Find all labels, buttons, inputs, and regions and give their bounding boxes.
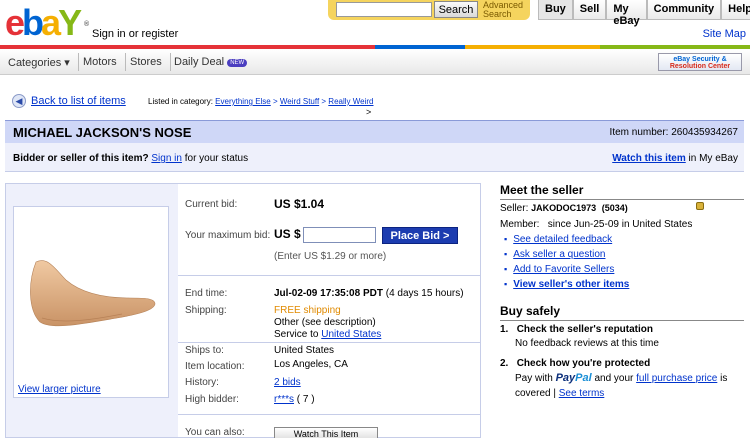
back-to-list[interactable]: ◀ Back to list of items	[12, 94, 126, 108]
buy-safely-heading: Buy safely	[500, 304, 744, 321]
item-number: Item number: 260435934267	[609, 127, 738, 138]
max-bid-input[interactable]	[303, 227, 376, 243]
breadcrumb-really-weird[interactable]: Really Weird	[328, 97, 373, 106]
watch-this-item-link[interactable]: Watch this item	[612, 153, 686, 164]
status-signin-link[interactable]: Sign in	[151, 153, 182, 164]
service-to-link[interactable]: United States	[321, 329, 381, 340]
topnav-sell[interactable]: Sell	[572, 0, 607, 20]
full-purchase-price-link[interactable]: full purchase price	[636, 373, 717, 384]
item-panel: View larger picture Current bid: US $1.0…	[5, 183, 481, 438]
current-bid-value: US $1.04	[274, 197, 325, 211]
bid-details: Current bid: US $1.04 Your maximum bid: …	[178, 184, 480, 438]
bidder-status-bar: Bidder or seller of this item? Sign in f…	[5, 143, 744, 172]
see-terms-link[interactable]: See terms	[559, 388, 605, 399]
topnav-help[interactable]: Help	[721, 0, 750, 20]
safety-item-reputation: 1. Check the seller's reputation	[500, 324, 653, 335]
min-bid-hint: (Enter US $1.29 or more)	[274, 251, 387, 262]
category-navbar: Categories ▾ Motors Stores Daily Deal NE…	[0, 49, 750, 75]
back-arrow-icon: ◀	[12, 94, 26, 108]
end-time: Jul-02-09 17:35:08 PDT (4 days 15 hours)	[274, 288, 464, 299]
paypal-protection: Pay with PayPal and your full purchase p…	[515, 372, 728, 384]
site-map-link[interactable]: Site Map	[703, 28, 746, 40]
item-title-bar: MICHAEL JACKSON'S NOSE Item number: 2604…	[5, 120, 744, 143]
nav-daily-deal[interactable]: Daily Deal NEW	[166, 53, 255, 71]
member-since: Member: since Jun-25-09 in United States	[500, 219, 693, 230]
topnav-community[interactable]: Community	[646, 0, 722, 20]
service-to: Service to United States	[274, 329, 382, 340]
search-input[interactable]	[336, 2, 432, 17]
topnav-my-ebay[interactable]: My eBay	[606, 0, 647, 27]
meet-seller-heading: Meet the seller	[500, 183, 744, 200]
advanced-search-link[interactable]: Advanced Search	[483, 1, 523, 19]
ask-seller-question-link[interactable]: Ask seller a question	[504, 249, 605, 260]
ebay-logo[interactable]: ebaY ®	[5, 3, 89, 43]
divider	[178, 342, 480, 343]
view-larger-picture-link[interactable]: View larger picture	[18, 384, 101, 395]
divider	[178, 275, 480, 276]
signin-register: Sign in or register	[92, 28, 179, 40]
place-bid-button[interactable]: Place Bid >	[382, 227, 458, 244]
new-badge: NEW	[227, 59, 248, 67]
nav-motors[interactable]: Motors	[75, 53, 126, 71]
bid-history-link[interactable]: 2 bids	[274, 377, 301, 388]
search-bar: Search Advanced Search	[328, 0, 530, 20]
ships-to: United States	[274, 345, 335, 356]
categories-menu[interactable]: Categories ▾	[0, 53, 79, 71]
see-detailed-feedback-link[interactable]: See detailed feedback	[504, 234, 612, 245]
view-other-items-link[interactable]: View seller's other items	[504, 279, 629, 290]
seller-column: Meet the seller Seller: JAKODOC1973 (503…	[500, 183, 744, 399]
free-shipping: FREE shipping	[274, 305, 341, 316]
watch-item-button[interactable]: Watch This Item	[274, 427, 378, 438]
high-bidder-link[interactable]: r***s	[274, 394, 294, 405]
item-photo[interactable]: View larger picture	[13, 206, 169, 398]
seller-badge-icon	[696, 202, 704, 210]
breadcrumb-trailing-arrow: >	[366, 107, 372, 117]
register-link[interactable]: register	[142, 28, 179, 40]
breadcrumb-everything-else[interactable]: Everything Else	[215, 97, 271, 106]
security-resolution-center-button[interactable]: eBay Security & Resolution Center	[658, 53, 742, 71]
safety-item-protection: 2. Check how you're protected	[500, 358, 651, 369]
top-nav: Buy Sell My eBay Community Help	[538, 0, 750, 27]
topnav-buy[interactable]: Buy	[538, 0, 573, 20]
signin-link[interactable]: Sign in	[92, 28, 126, 40]
shipping-other: Other (see description)	[274, 317, 376, 328]
paypal-logo: PayPal	[555, 372, 592, 384]
high-bidder: r***s ( 7 )	[274, 394, 315, 405]
nose-image	[30, 260, 156, 327]
item-title: MICHAEL JACKSON'S NOSE	[13, 125, 192, 140]
item-location: Los Angeles, CA	[274, 359, 348, 370]
seller-info: Seller: JAKODOC1973 (5034)	[500, 203, 628, 214]
breadcrumb-weird-stuff[interactable]: Weird Stuff	[280, 97, 319, 106]
divider	[178, 414, 480, 415]
add-favorite-sellers-link[interactable]: Add to Favorite Sellers	[504, 264, 614, 275]
search-button[interactable]: Search	[434, 1, 478, 18]
nav-stores[interactable]: Stores	[122, 53, 171, 71]
seller-name-link[interactable]: JAKODOC1973	[531, 203, 596, 213]
category-breadcrumb: Listed in category: Everything Else > We…	[148, 97, 374, 117]
